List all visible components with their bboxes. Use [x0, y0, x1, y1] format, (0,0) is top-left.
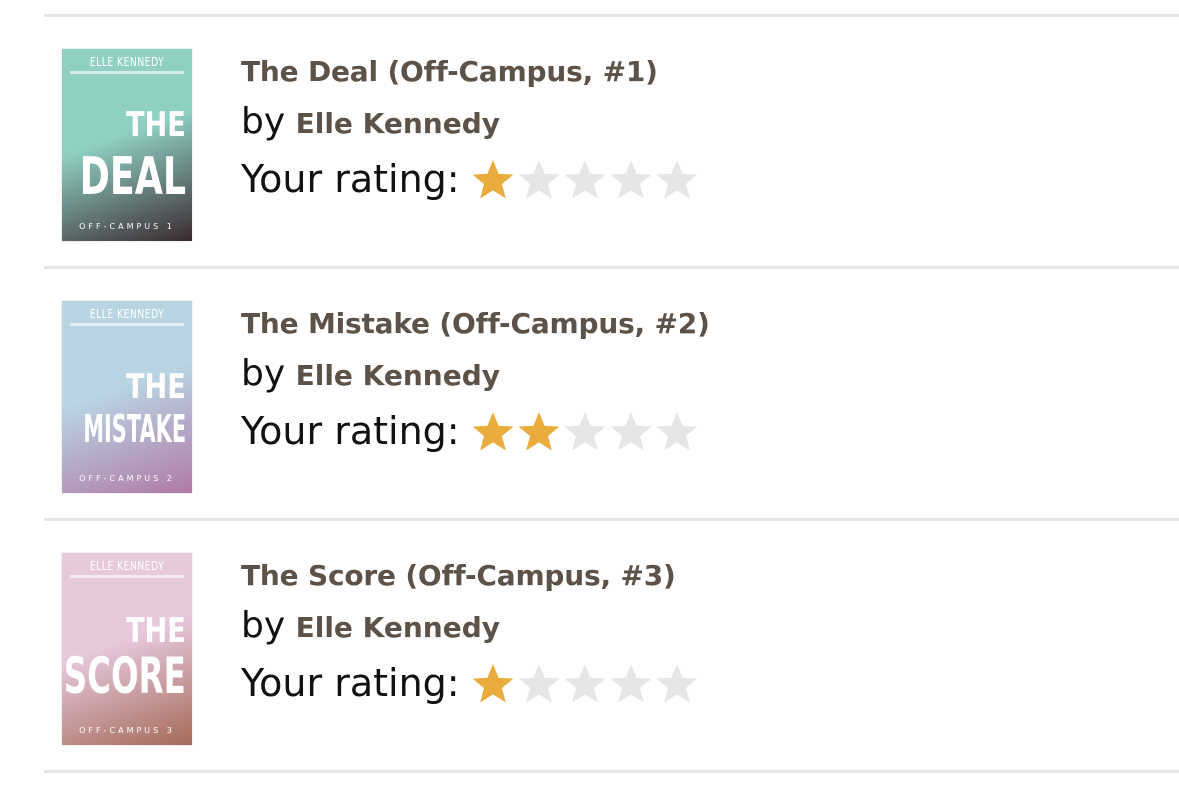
cover-title-line2: MISTAKE — [83, 407, 186, 451]
star-empty-icon[interactable] — [608, 661, 654, 705]
star-empty-icon[interactable] — [562, 409, 608, 453]
by-line: by Elle Kennedy — [241, 101, 500, 142]
cover-series-text: OFF-CAMPUS 2 — [79, 474, 175, 483]
star-empty-icon[interactable] — [654, 157, 700, 201]
cover-series-text: OFF-CAMPUS 3 — [79, 726, 175, 735]
divider — [44, 770, 1179, 773]
cover-title-line1: THE — [126, 105, 186, 145]
by-line: by Elle Kennedy — [241, 605, 500, 646]
cover-title-line2: SCORE — [63, 647, 186, 705]
star-empty-icon[interactable] — [516, 661, 562, 705]
by-label: by — [241, 605, 286, 646]
rating-label: Your rating: — [241, 157, 460, 201]
star-empty-icon[interactable] — [608, 409, 654, 453]
by-line: by Elle Kennedy — [241, 353, 500, 394]
book-row[interactable]: ELLE KENNEDY THE MISTAKE OFF-CAMPUS 2 Th… — [44, 269, 1179, 518]
cover-series-text: OFF-CAMPUS 1 — [79, 222, 175, 231]
by-label: by — [241, 353, 286, 394]
rating-line: Your rating: — [241, 157, 700, 201]
author-link[interactable]: Elle Kennedy — [296, 359, 500, 392]
cover-tagline-bar — [70, 323, 184, 326]
star-empty-icon[interactable] — [654, 661, 700, 705]
cover-title-line1: THE — [126, 367, 186, 407]
book-row[interactable]: ELLE KENNEDY THE SCORE OFF-CAMPUS 3 The … — [44, 521, 1179, 770]
book-title-link[interactable]: The Score (Off-Campus, #3) — [241, 559, 676, 592]
star-empty-icon[interactable] — [562, 661, 608, 705]
star-filled-icon[interactable] — [470, 409, 516, 453]
star-filled-icon[interactable] — [470, 157, 516, 201]
cover-author-text: ELLE KENNEDY — [89, 559, 165, 573]
cover-art — [62, 49, 192, 241]
author-link[interactable]: Elle Kennedy — [296, 611, 500, 644]
cover-tagline-bar — [70, 71, 184, 74]
rating-line: Your rating: — [241, 409, 700, 453]
book-title-link[interactable]: The Deal (Off-Campus, #1) — [241, 55, 658, 88]
star-empty-icon[interactable] — [654, 409, 700, 453]
star-filled-icon[interactable] — [516, 409, 562, 453]
book-cover-image[interactable]: ELLE KENNEDY THE MISTAKE OFF-CAMPUS 2 — [62, 301, 192, 493]
cover-title-line2: DEAL — [79, 147, 186, 207]
star-rating[interactable] — [470, 157, 700, 201]
star-empty-icon[interactable] — [608, 157, 654, 201]
star-filled-icon[interactable] — [470, 661, 516, 705]
rating-label: Your rating: — [241, 409, 460, 453]
cover-author-text: ELLE KENNEDY — [89, 307, 165, 321]
star-rating[interactable] — [470, 409, 700, 453]
rating-label: Your rating: — [241, 661, 460, 705]
cover-author-text: ELLE KENNEDY — [89, 55, 165, 69]
book-list: ELLE KENNEDY THE DEAL OFF-CAMPUS 1 The D… — [44, 14, 1179, 773]
star-empty-icon[interactable] — [562, 157, 608, 201]
cover-tagline-bar — [70, 575, 184, 578]
book-cover-image[interactable]: ELLE KENNEDY THE SCORE OFF-CAMPUS 3 — [62, 553, 192, 745]
book-title-link[interactable]: The Mistake (Off-Campus, #2) — [241, 307, 710, 340]
star-rating[interactable] — [470, 661, 700, 705]
star-empty-icon[interactable] — [516, 157, 562, 201]
rating-line: Your rating: — [241, 661, 700, 705]
cover-title-line1: THE — [126, 611, 186, 651]
by-label: by — [241, 101, 286, 142]
book-row[interactable]: ELLE KENNEDY THE DEAL OFF-CAMPUS 1 The D… — [44, 17, 1179, 266]
author-link[interactable]: Elle Kennedy — [296, 107, 500, 140]
book-cover-image[interactable]: ELLE KENNEDY THE DEAL OFF-CAMPUS 1 — [62, 49, 192, 241]
